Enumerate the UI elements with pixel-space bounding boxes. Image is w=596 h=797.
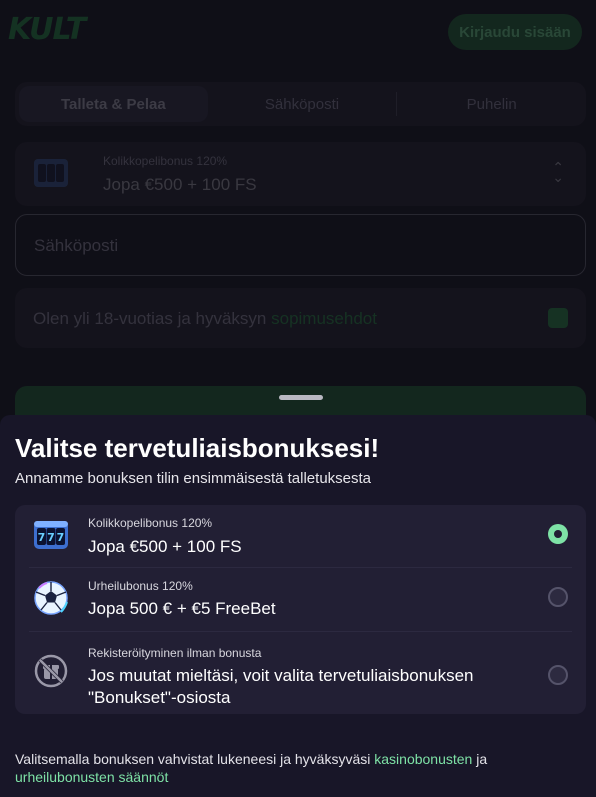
sheet-drag-handle[interactable] [279, 395, 323, 400]
casino-bonus-terms-link[interactable]: kasinobonusten [374, 751, 472, 767]
sports-bonus-terms-link[interactable]: urheilubonusten säännöt [15, 769, 168, 785]
bonus-option-slots[interactable]: 7 7 7 Kolikkopelibonus 120% Jopa €500 + … [15, 505, 586, 567]
bonus-option-value: Jopa €500 + 100 FS [88, 537, 242, 556]
bonus-option-type: Urheilubonus 120% [88, 579, 193, 593]
bonus-option-value: Jopa 500 € + €5 FreeBet [88, 599, 276, 618]
bonus-option-type: Kolikkopelibonus 120% [88, 516, 213, 530]
bonus-terms-footer: Valitsemalla bonuksen vahvistat lukenees… [15, 750, 575, 786]
svg-text:7: 7 [47, 531, 55, 544]
sheet-subtitle: Annamme bonuksen tilin ensimmäisestä tal… [15, 470, 372, 487]
bonus-options-list: 7 7 7 Kolikkopelibonus 120% Jopa €500 + … [15, 505, 586, 714]
bonus-option-radio[interactable] [548, 665, 568, 685]
bonus-option-value-line1: Jos muutat mieltäsi, voit valita tervetu… [88, 666, 474, 685]
bonus-option-radio[interactable] [548, 587, 568, 607]
bonus-option-sports[interactable]: Urheilubonus 120% Jopa 500 € + €5 FreeBe… [15, 568, 586, 630]
svg-text:7: 7 [57, 531, 65, 544]
bonus-option-radio[interactable] [548, 524, 568, 544]
footer-text-and: ja [472, 751, 488, 767]
no-bonus-icon [34, 654, 68, 688]
footer-text: Valitsemalla bonuksen vahvistat lukenees… [15, 751, 375, 767]
svg-text:7: 7 [38, 531, 46, 544]
soccer-ball-icon [34, 581, 68, 615]
bonus-option-value-line2: "Bonukset"-osiosta [88, 688, 231, 707]
bonus-option-type: Rekisteröityminen ilman bonusta [88, 646, 262, 660]
sheet-title: Valitse tervetuliaisbonuksesi! [15, 433, 380, 463]
slot-machine-icon: 7 7 7 [34, 521, 68, 549]
bonus-option-none[interactable]: Rekisteröityminen ilman bonusta Jos muut… [15, 632, 586, 714]
